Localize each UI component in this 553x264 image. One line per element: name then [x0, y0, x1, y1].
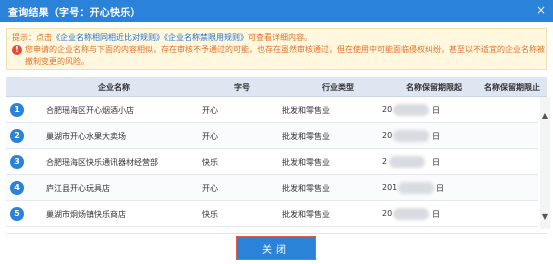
company-name: 巢湖市烔炀镇快乐商店 — [46, 210, 126, 219]
date-start: 2 — [382, 157, 388, 166]
zihao: 开心 — [202, 106, 218, 115]
date-day: 日 — [432, 132, 440, 141]
industry: 批发和零售业 — [282, 210, 330, 219]
industry: 批发和零售业 — [282, 184, 330, 193]
header-zihao: 字号 — [234, 83, 250, 92]
redacted-date — [393, 130, 429, 142]
company-name: 庐江县开心玩具店 — [46, 184, 110, 193]
zihao: 开心 — [202, 184, 218, 193]
date-start: 20 — [382, 209, 393, 218]
row-number-badge: 2 — [10, 129, 24, 143]
table-row[interactable]: 5 巢湖市烔炀镇快乐商店 快乐 批发和零售业 20 日 — [6, 201, 538, 227]
footer-divider — [6, 233, 547, 234]
company-name: 合肥瑶海区开心烟酒小店 — [46, 106, 134, 115]
notice-suffix: 可查看详细内容。 — [248, 33, 312, 42]
date-day: 日 — [432, 210, 440, 219]
redacted-date — [398, 182, 434, 194]
result-list: 1 合肥瑶海区开心烟酒小店 开心 批发和零售业 20 日 2 巢湖市开心水果大卖… — [6, 97, 538, 229]
date-day: 日 — [432, 106, 440, 115]
scroll-down-icon[interactable]: ▼ — [540, 212, 550, 221]
table-row[interactable]: 4 庐江县开心玩具店 开心 批发和零售业 201 日 — [6, 175, 538, 201]
dialog-title: 查询结果（字号：开心快乐） — [8, 7, 141, 19]
zihao: 快乐 — [202, 158, 218, 167]
table-header: 企业名称 字号 行业类型 名称保留期限起 名称保留期限止 — [6, 77, 547, 97]
warning-icon: ! — [12, 45, 22, 55]
zihao: 快乐 — [202, 210, 218, 219]
header-company-name: 企业名称 — [98, 83, 130, 92]
header-date-end: 名称保留期限止 — [484, 83, 540, 92]
table-row[interactable]: 3 合肥瑶海区快乐通讯器材经营部 快乐 批发和零售业 2 日 — [6, 149, 538, 175]
similar-name-rules-link[interactable]: 《企业名称相同相近比对规则》 — [52, 33, 164, 42]
date-day: 日 — [436, 184, 444, 193]
industry: 批发和零售业 — [282, 132, 330, 141]
scroll-up-icon[interactable]: ▲ — [540, 111, 550, 120]
redacted-date — [389, 156, 425, 168]
zihao: 开心 — [202, 132, 218, 141]
notice-tip: 提示：点击《企业名称相同相近比对规则》《企业名称禁限用规则》可查看详细内容。 — [12, 32, 312, 43]
close-icon[interactable]: × — [536, 4, 546, 16]
header-date-start: 名称保留期限起 — [406, 83, 462, 92]
dialog-titlebar: 查询结果（字号：开心快乐） × — [0, 0, 553, 22]
header-industry: 行业类型 — [322, 83, 354, 92]
date-start: 20 — [382, 105, 393, 114]
date-day: 日 — [432, 158, 440, 167]
notice-box: 提示：点击《企业名称相同相近比对规则》《企业名称禁限用规则》可查看详细内容。 !… — [6, 28, 547, 70]
row-number-badge: 3 — [10, 155, 24, 169]
date-start: 201 — [382, 183, 398, 192]
redacted-date — [393, 208, 429, 220]
row-number-badge: 1 — [10, 103, 24, 117]
table-row[interactable]: 1 合肥瑶海区开心烟酒小店 开心 批发和零售业 20 日 — [6, 97, 538, 123]
notice-warning-text: 您申请的企业名称与下面的内容相似，存在审核不予通过的可能，也存在虽然审核通过，但… — [25, 45, 545, 66]
redacted-date — [393, 104, 429, 116]
row-number-badge: 4 — [10, 181, 24, 195]
industry: 批发和零售业 — [282, 158, 330, 167]
row-number-badge: 5 — [10, 207, 24, 221]
prohibited-name-rules-link[interactable]: 《企业名称禁限用规则》 — [164, 33, 248, 42]
close-button[interactable]: 关闭 — [236, 236, 316, 260]
table-row[interactable]: 2 巢湖市开心水果大卖场 开心 批发和零售业 20 日 — [6, 123, 538, 149]
vertical-scrollbar[interactable]: ▲ ▼ — [540, 97, 550, 229]
industry: 批发和零售业 — [282, 106, 330, 115]
company-name: 巢湖市开心水果大卖场 — [46, 132, 126, 141]
company-name: 合肥瑶海区快乐通讯器材经营部 — [46, 158, 158, 167]
notice-prefix: 提示：点击 — [12, 33, 52, 42]
date-start: 20 — [382, 131, 393, 140]
